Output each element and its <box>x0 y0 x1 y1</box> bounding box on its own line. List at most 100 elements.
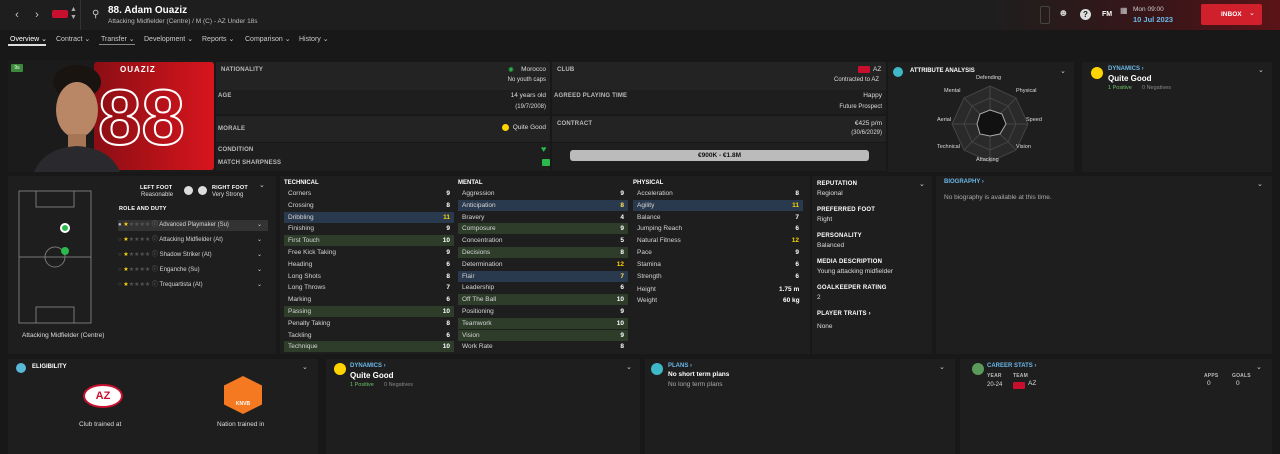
attribute-row[interactable]: Technique 10 <box>284 341 454 353</box>
sort-arrows-icon[interactable]: ▲ ▼ <box>70 6 77 22</box>
attribute-row[interactable]: Concentration 5 <box>458 235 628 246</box>
attribute-row[interactable]: Aggression 9 <box>458 188 628 199</box>
attribute-row[interactable]: Acceleration 8 <box>633 188 803 199</box>
playing-time-value: Happy <box>863 92 882 99</box>
chevron-down-icon[interactable]: ⌄ <box>1256 363 1262 371</box>
chevron-down-icon[interactable]: ⌄ <box>1258 66 1264 74</box>
attribute-name: Tackling <box>288 331 312 339</box>
attribute-row[interactable]: Anticipation 8 <box>458 199 628 211</box>
attribute-row[interactable]: Dribbling 11 <box>284 211 454 223</box>
attribute-row[interactable]: Bravery 4 <box>458 212 628 223</box>
attribute-row[interactable]: Flair 7 <box>458 270 628 282</box>
attribute-name: Heading <box>288 260 313 268</box>
chevron-down-icon[interactable]: ⌄ <box>939 363 945 371</box>
attribute-row[interactable]: Free Kick Taking 9 <box>284 247 454 258</box>
tab-transfer[interactable]: Transfer ⌄ <box>101 35 135 43</box>
attribute-row[interactable]: Vision 9 <box>458 329 628 341</box>
attribute-row[interactable]: Passing 10 <box>284 306 454 317</box>
dynamics-link[interactable]: DYNAMICS › <box>1108 66 1144 72</box>
attribute-value: 9 <box>620 331 624 339</box>
attribute-row[interactable]: Agility 11 <box>633 199 803 211</box>
attribute-row[interactable]: Heading 6 <box>284 259 454 270</box>
calendar-icon[interactable]: ▦ <box>1120 6 1128 15</box>
search-icon[interactable]: ⚲ <box>92 9 99 20</box>
eligibility-panel: ELIGIBILITY ⌄ AZ Club trained at KNVB Na… <box>8 359 318 454</box>
career-icon <box>972 363 984 375</box>
role-row[interactable]: ○ ★★★★★ ⓘ Attacking Midfielder (At) ⌄ <box>118 235 268 246</box>
morale-value[interactable]: Quite Good <box>513 124 546 131</box>
attribute-row[interactable]: Corners 9 <box>284 188 454 199</box>
role-row[interactable]: ○ ★★★★★ ⓘ Shadow Striker (At) ⌄ <box>118 250 268 261</box>
secondary-position-dot[interactable] <box>61 247 69 255</box>
career-team[interactable]: AZ <box>1028 380 1036 387</box>
attribute-row[interactable]: Crossing 8 <box>284 200 454 211</box>
attribute-row[interactable]: Determination 12 <box>458 259 628 270</box>
attribute-row[interactable]: Long Shots 8 <box>284 271 454 282</box>
youth-caps: No youth caps <box>507 77 546 83</box>
attribute-row[interactable]: Stamina 6 <box>633 259 803 270</box>
attribute-row[interactable]: Decisions 8 <box>458 247 628 258</box>
chevron-down-icon[interactable]: ⌄ <box>919 180 925 188</box>
forward-icon[interactable]: › <box>30 8 44 22</box>
current-date[interactable]: 10 Jul 2023 <box>1133 15 1173 24</box>
transfer-value-bar[interactable]: €900K - €1.8M <box>570 150 869 161</box>
biography-link[interactable]: BIOGRAPHY › <box>944 179 984 185</box>
back-icon[interactable]: ‹ <box>10 8 24 22</box>
role-row[interactable]: ● ★★★★★ ⓘ Advanced Playmaker (Su) ⌄ <box>118 220 268 231</box>
help-icon[interactable]: ? <box>1080 9 1091 20</box>
attribute-row[interactable]: Off The Ball 10 <box>458 294 628 306</box>
match-sharpness-label: MATCH SHARPNESS <box>218 160 282 166</box>
plans-link[interactable]: PLANS › <box>668 363 692 369</box>
attribute-row[interactable]: Work Rate 8 <box>458 341 628 352</box>
attribute-radar-icon <box>951 85 1029 163</box>
menu-handle-icon[interactable] <box>1040 6 1050 24</box>
nationality-value[interactable]: Morocco <box>521 66 546 73</box>
attribute-name: Penalty Taking <box>288 319 331 327</box>
tab-overview[interactable]: Overview ⌄ <box>10 35 47 43</box>
attribute-row[interactable]: Pace 9 <box>633 247 803 258</box>
tab-development[interactable]: Development ⌄ <box>144 35 193 43</box>
attribute-row[interactable]: Finishing 9 <box>284 223 454 234</box>
inbox-button[interactable]: INBOX ⌄ <box>1201 4 1262 25</box>
transfer-value: €900K - €1.8M <box>698 152 741 159</box>
attribute-row[interactable]: Positioning 9 <box>458 306 628 317</box>
attribute-row[interactable]: Balance 7 <box>633 212 803 223</box>
role-row[interactable]: ○ ★★★★★ ⓘ Trequartista (At) ⌄ <box>118 280 268 291</box>
attribute-row[interactable]: Strength 6 <box>633 271 803 282</box>
attribute-value: 5 <box>620 237 624 245</box>
chevron-down-icon[interactable]: ⌄ <box>626 363 632 371</box>
attribute-row[interactable]: Teamwork 10 <box>458 317 628 329</box>
date-of-birth: (19/7/2008) <box>515 104 546 110</box>
attribute-row[interactable]: First Touch 10 <box>284 235 454 247</box>
user-icon[interactable]: ☻ <box>1058 8 1069 19</box>
attribute-row[interactable]: Leadership 6 <box>458 282 628 293</box>
primary-position-dot[interactable] <box>60 223 70 233</box>
fm-menu[interactable]: FM <box>1102 11 1112 18</box>
club-value[interactable]: AZ <box>873 66 881 73</box>
eligibility-title: ELIGIBILITY <box>32 364 67 370</box>
chevron-down-icon[interactable]: ⌄ <box>1060 67 1066 75</box>
attribute-row[interactable]: Jumping Reach 6 <box>633 223 803 234</box>
attribute-row[interactable]: Marking 6 <box>284 294 454 305</box>
chevron-down-icon[interactable]: ⌄ <box>1257 180 1263 188</box>
tab-comparison[interactable]: Comparison ⌄ <box>245 35 291 43</box>
role-row[interactable]: ○ ★★★★★ ⓘ Enganche (Su) ⌄ <box>118 265 268 276</box>
left-foot-value: Reasonable <box>141 192 174 198</box>
attribute-row[interactable]: Penalty Taking 8 <box>284 318 454 329</box>
attribute-name: Agility <box>637 201 655 209</box>
club-logo-icon <box>858 66 870 73</box>
attribute-row[interactable]: Natural Fitness 12 <box>633 235 803 246</box>
attribute-row[interactable]: Tackling 6 <box>284 330 454 341</box>
attribute-row[interactable]: Composure 9 <box>458 223 628 235</box>
player-traits-link[interactable]: PLAYER TRAITS › <box>817 311 871 317</box>
dynamics-link[interactable]: DYNAMICS › <box>350 363 386 369</box>
chevron-down-icon[interactable]: ⌄ <box>302 363 308 371</box>
chevron-down-icon[interactable]: ⌄ <box>259 181 265 189</box>
radar-label-mental: Mental <box>944 88 961 94</box>
career-stats-link[interactable]: CAREER STATS › <box>987 363 1036 369</box>
attribute-row[interactable]: Long Throws 7 <box>284 282 454 293</box>
tab-contract[interactable]: Contract ⌄ <box>56 35 90 43</box>
tab-history[interactable]: History ⌄ <box>299 35 329 43</box>
tab-reports[interactable]: Reports ⌄ <box>202 35 234 43</box>
long-term-plans: No long term plans <box>668 381 723 388</box>
